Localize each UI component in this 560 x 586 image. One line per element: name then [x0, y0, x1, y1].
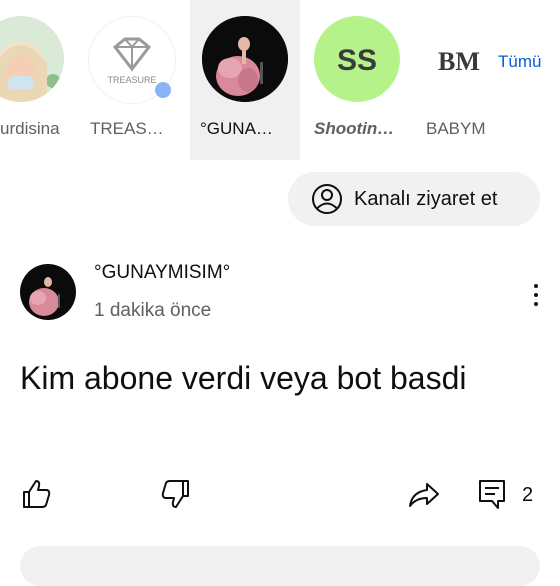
- avatar[interactable]: [20, 264, 76, 320]
- new-content-dot: [155, 82, 171, 98]
- channel-name: Shootin…: [314, 119, 395, 138]
- post-text: Kim abone verdi veya bot basdi: [20, 360, 467, 396]
- channel-name: TREAS…: [90, 119, 164, 138]
- channel-name: BABYM: [426, 119, 486, 138]
- account-circle-icon: [310, 182, 344, 221]
- channel-item-babymonster[interactable]: BM BABYM: [420, 0, 490, 160]
- visit-channel-button[interactable]: Kanalı ziyaret et: [288, 172, 540, 226]
- channel-item-gunaymisim[interactable]: °GUNA…: [190, 0, 300, 160]
- channel-logo-text: BM: [438, 47, 480, 76]
- channel-name: urdisina: [0, 119, 60, 138]
- channel-avatar: SS: [314, 16, 400, 102]
- channel-item-urdisina[interactable]: urdisina: [0, 0, 80, 160]
- comment-count: 2: [522, 484, 534, 506]
- comment-input[interactable]: [20, 546, 540, 586]
- post-author[interactable]: °GUNAYMISIM°: [94, 262, 230, 284]
- channel-logo-text: SS: [337, 44, 377, 77]
- channel-avatar: [202, 16, 288, 102]
- all-channels-link[interactable]: Tümü: [498, 52, 541, 72]
- channel-name: °GUNA…: [200, 119, 273, 138]
- channel-avatar: [0, 16, 64, 102]
- channel-item-treasure[interactable]: TREASURE TREAS…: [88, 0, 184, 160]
- channel-logo: BM: [438, 46, 488, 81]
- post-timestamp: 1 dakika önce: [94, 300, 212, 321]
- channel-logo-text: TREASURE: [107, 75, 156, 85]
- thumb-down-icon[interactable]: [158, 476, 194, 512]
- thumb-up-icon[interactable]: [18, 476, 54, 512]
- share-icon[interactable]: [406, 476, 442, 512]
- comment-icon[interactable]: [474, 476, 510, 512]
- channel-item-shooting[interactable]: SS Shootin…: [308, 0, 418, 160]
- visit-channel-label: Kanalı ziyaret et: [354, 188, 498, 210]
- more-vertical-icon[interactable]: [526, 280, 546, 310]
